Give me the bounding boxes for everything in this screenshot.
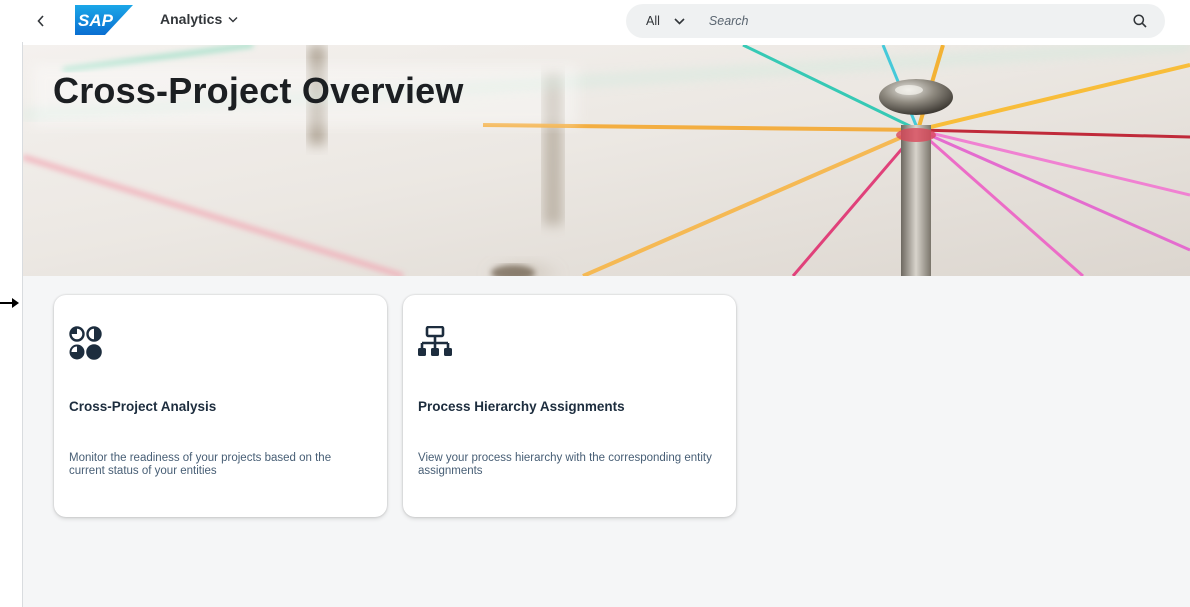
search-scope-value: All	[646, 14, 660, 28]
app-title: Analytics	[160, 11, 223, 27]
app-title-menu[interactable]: Analytics	[160, 11, 238, 27]
status-circles-icon	[69, 326, 102, 360]
search-button[interactable]	[1125, 6, 1155, 36]
search-icon	[1133, 14, 1147, 28]
chevron-down-icon	[674, 17, 685, 25]
card-description: View your process hierarchy with the cor…	[418, 452, 712, 477]
shell-bar: SAP Analytics All	[0, 0, 1190, 42]
hierarchy-icon	[418, 326, 452, 356]
card-title: Cross-Project Analysis	[69, 399, 217, 414]
card-process-hierarchy-assignments[interactable]: Process Hierarchy Assignments View your …	[403, 295, 736, 517]
logo-text: SAP	[78, 11, 114, 30]
page-title: Cross-Project Overview	[53, 70, 464, 111]
chevron-down-icon	[228, 16, 238, 22]
content-area: Cross-Project Analysis Monitor the readi…	[23, 276, 1190, 607]
back-button[interactable]	[32, 10, 50, 32]
arrow-right-icon	[0, 298, 19, 308]
search-bar: All	[626, 4, 1165, 38]
card-description: Monitor the readiness of your projects b…	[69, 452, 332, 477]
search-scope-select[interactable]: All	[646, 14, 685, 28]
chevron-left-icon	[37, 15, 44, 27]
card-cross-project-analysis[interactable]: Cross-Project Analysis Monitor the readi…	[54, 295, 387, 517]
sap-logo[interactable]: SAP	[75, 5, 133, 35]
header-banner: Cross-Project Overview	[23, 45, 1190, 276]
card-title: Process Hierarchy Assignments	[418, 399, 625, 414]
search-input[interactable]	[706, 13, 1125, 29]
